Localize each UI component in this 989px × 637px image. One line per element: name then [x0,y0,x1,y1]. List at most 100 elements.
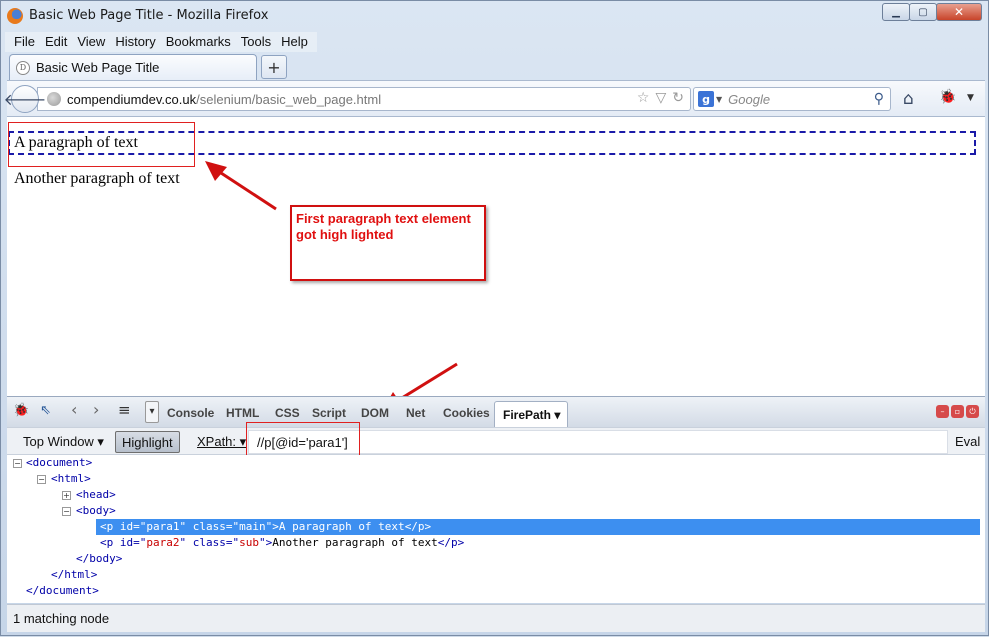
tag-text: " class=" [179,536,240,549]
menu-view[interactable]: View [72,32,110,52]
firebug-dropdown-icon[interactable]: ▼ [967,93,974,103]
forward-icon[interactable]: › [93,400,99,419]
url-path: /selenium/basic_web_page.html [196,91,382,107]
new-tab-button[interactable]: + [261,55,287,79]
bookmark-star-icon[interactable]: ☆ [637,90,650,106]
tab-basic-web-page[interactable]: D Basic Web Page Title [9,54,257,80]
tab-firepath[interactable]: FirePath ▾ [494,401,568,428]
home-icon[interactable]: ⌂ [903,89,914,109]
search-icon[interactable]: ⚲ [874,91,884,107]
menu-help[interactable]: Help [276,32,313,52]
tag-text: </document> [26,584,99,597]
url-domain: compendiumdev.co.uk [67,91,197,107]
tag-text: <head> [76,488,116,501]
top-window-dropdown[interactable]: Top Window ▾ [17,431,110,453]
google-icon[interactable]: g [698,91,714,107]
tree-node-para2[interactable]: <p id="para2" class="sub">Another paragr… [100,535,464,551]
tag-text: <html> [51,472,91,485]
search-input[interactable]: Google [728,92,770,107]
tag-text: <body> [76,504,116,517]
tab-strip: D Basic Web Page Title + [9,54,969,80]
navigation-bar: compendiumdev.co.uk/selenium/basic_web_p… [4,80,985,116]
tab-dom[interactable]: DOM [361,406,389,420]
window-controls: ▁ ▢ ✕ [882,3,982,21]
back-arrow-icon: 🡐 [3,90,47,109]
tag-text: "> [258,536,273,549]
tab-cookies[interactable]: Cookies [443,406,490,420]
tree-node-html-close: </html> [51,567,97,583]
tab-script[interactable]: Script [312,406,346,420]
tag-text: </p> [404,520,432,533]
attr-value: sub [239,536,259,549]
menu-bookmarks[interactable]: Bookmarks [161,32,236,52]
firebug-detach-button[interactable]: ▫ [951,405,964,418]
tag-text: </p> [437,536,465,549]
firefox-logo-icon [7,8,23,24]
tab-console[interactable]: Console [167,406,214,420]
back-icon[interactable]: ‹ [71,400,77,419]
expand-toggle[interactable]: + [62,491,71,500]
site-identity-icon[interactable] [47,92,61,106]
firebug-close-button[interactable]: ⏻ [966,405,979,418]
close-button[interactable]: ✕ [936,3,982,21]
url-bar-icons: ☆ ▽ ↻ [637,90,684,106]
tab-css[interactable]: CSS [275,406,300,420]
collapse-toggle[interactable]: − [13,459,22,468]
firefox-window: Basic Web Page Title - Mozilla Firefox ▁… [0,0,989,636]
url-bar[interactable]: compendiumdev.co.uk/selenium/basic_web_p… [37,87,691,111]
firebug-menu-icon[interactable]: 🐞 [13,403,29,418]
annotation-text: First paragraph text element got high li… [296,211,471,242]
tag-text: <p id=" [100,536,147,549]
collapse-toggle[interactable]: − [62,507,71,516]
tab-net[interactable]: Net [406,406,425,420]
menu-history[interactable]: History [110,32,160,52]
dom-tree: − <document> − <html> + <head> − <body> … [7,455,985,603]
panel-list-icon[interactable]: ≡ [118,401,131,419]
tree-node-html[interactable]: <html> [51,471,91,487]
firebug-icon[interactable]: 🐞 [939,89,956,105]
paragraph-2: Another paragraph of text [14,170,180,187]
minimize-button[interactable]: ▁ [882,3,910,21]
history-dropdown-icon[interactable]: ▽ [655,90,666,106]
xpath-selector-dropdown[interactable]: XPath: ▾ [191,431,252,453]
tag-text: </html> [51,568,98,581]
node-text: A paragraph of text [278,520,405,533]
tag-text: "> [265,520,279,533]
menu-tools[interactable]: Tools [236,32,276,52]
maximize-button[interactable]: ▢ [909,3,937,21]
attr-value: main [239,520,266,533]
collapse-toggle[interactable]: − [37,475,46,484]
firepath-toolbar: Top Window ▾ Highlight XPath: ▾ //p[@id=… [7,422,986,462]
tree-node-head[interactable]: <head> [76,487,116,503]
tab-html[interactable]: HTML [226,406,259,420]
node-text: Another paragraph of text [272,536,438,549]
tag-text: <document> [26,456,93,469]
tag-text: " class=" [179,520,240,533]
panel-dropdown-icon[interactable]: ▾ [145,401,159,423]
window-title: Basic Web Page Title - Mozilla Firefox [29,8,269,23]
reload-icon[interactable]: ↻ [672,90,684,106]
tag-text: <p id=" [100,520,147,533]
tree-node-document[interactable]: <document> [26,455,92,471]
status-bar: 1 matching node [7,604,985,632]
menu-bar: File Edit View History Bookmarks Tools H… [5,32,317,52]
firebug-toolbar: 🐞 ⇖ ‹ › ≡ ▾ Console HTML CSS Script DOM … [7,396,985,428]
search-bar[interactable]: g ▼ Google ⚲ [693,87,891,111]
attr-value: para2 [146,536,180,549]
firebug-minimize-button[interactable]: – [936,405,949,418]
annotation-callout: First paragraph text element got high li… [290,205,486,281]
tree-node-para1-selected[interactable]: <p id="para1" class="main">A paragraph o… [96,519,980,535]
tree-node-body[interactable]: <body> [76,503,116,519]
match-count-text: 1 matching node [13,611,110,626]
menu-edit[interactable]: Edit [40,32,72,52]
back-button[interactable]: 🡐 [4,85,46,113]
search-engine-dropdown-icon[interactable]: ▼ [716,95,722,104]
highlight-button[interactable]: Highlight [115,431,180,453]
menu-file[interactable]: File [9,32,40,52]
title-bar[interactable]: Basic Web Page Title - Mozilla Firefox ▁… [1,1,988,31]
inspect-icon[interactable]: ⇖ [40,403,51,418]
eval-button[interactable]: Eval [949,431,986,453]
paragraph-1: A paragraph of text [14,134,138,151]
tab-label: Basic Web Page Title [36,60,160,75]
tree-node-document-close: </document> [26,583,99,599]
